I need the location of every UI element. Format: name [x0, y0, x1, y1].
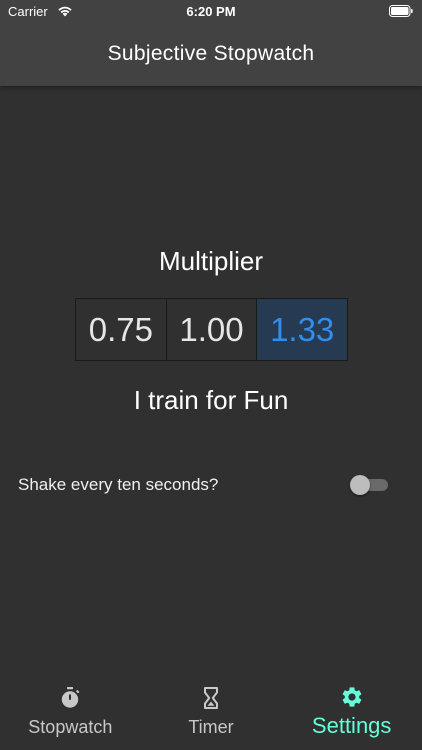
- multiplier-heading: Multiplier: [158, 246, 264, 276]
- hourglass-icon: [204, 687, 218, 709]
- status-bar: Carrier 6:20 PM: [0, 0, 422, 24]
- status-time: 6:20 PM: [186, 4, 236, 19]
- nav-item-timer[interactable]: Timer: [141, 676, 282, 750]
- toggle-thumb: [350, 475, 370, 495]
- shake-setting-row: Shake every ten seconds?: [18, 474, 392, 496]
- multiplier-option-1.00[interactable]: 1.00: [167, 299, 258, 360]
- gear-icon: [342, 687, 362, 707]
- multiplier-option-0.75[interactable]: 0.75: [76, 299, 167, 360]
- stopwatch-icon: [62, 687, 80, 708]
- page-title: Subjective Stopwatch: [107, 42, 315, 65]
- nav-label-timer: Timer: [188, 717, 234, 737]
- nav-label-stopwatch: Stopwatch: [28, 717, 113, 737]
- multiplier-description: I train for Fun: [133, 385, 289, 415]
- nav-item-settings[interactable]: Settings: [281, 676, 422, 750]
- screen: Carrier 6:20 PM Subjective Stopwatch Mul…: [0, 0, 422, 750]
- shake-label: Shake every ten seconds?: [18, 475, 219, 494]
- app-bar: Carrier 6:20 PM Subjective Stopwatch: [0, 0, 422, 86]
- bottom-nav: Stopwatch Timer Settings: [0, 676, 422, 750]
- multiplier-segmented-control: 0.75 1.00 1.33: [75, 298, 348, 361]
- battery-icon: [389, 5, 413, 17]
- nav-label-settings: Settings: [311, 713, 392, 738]
- multiplier-option-1.33[interactable]: 1.33: [257, 299, 348, 360]
- nav-item-stopwatch[interactable]: Stopwatch: [0, 676, 141, 750]
- shake-toggle[interactable]: [350, 475, 388, 495]
